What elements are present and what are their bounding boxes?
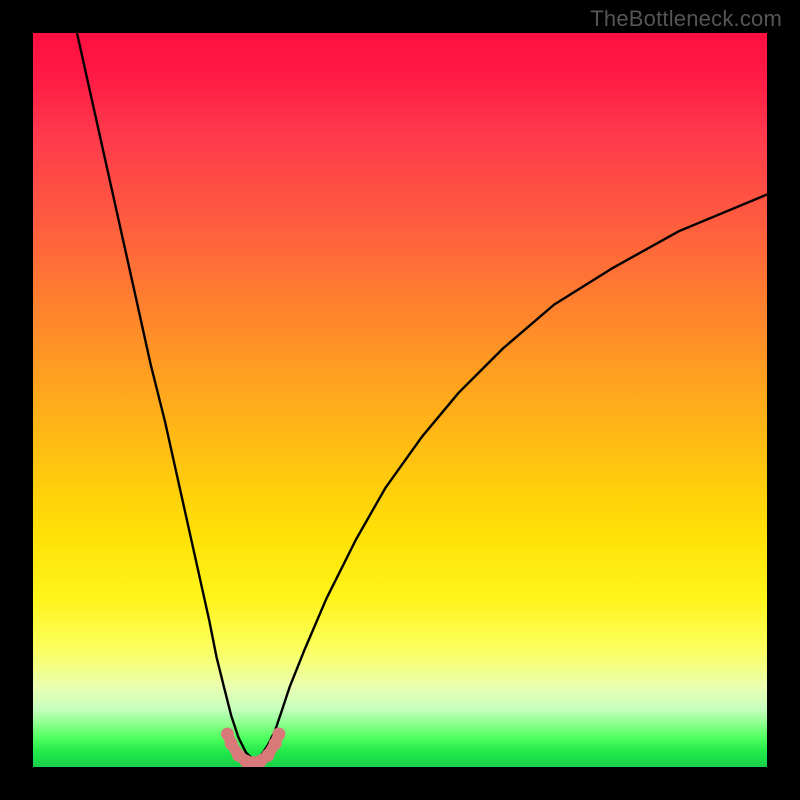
chart-frame: TheBottleneck.com	[0, 0, 800, 800]
optimal-range-dot	[272, 728, 285, 741]
optimal-range-dot	[261, 749, 274, 762]
optimal-range-dot	[225, 737, 238, 750]
optimal-range-dots	[221, 728, 285, 768]
curve-layer	[33, 33, 767, 767]
plot-area	[33, 33, 767, 767]
bottleneck-curve	[77, 33, 767, 760]
watermark-text: TheBottleneck.com	[590, 6, 782, 32]
